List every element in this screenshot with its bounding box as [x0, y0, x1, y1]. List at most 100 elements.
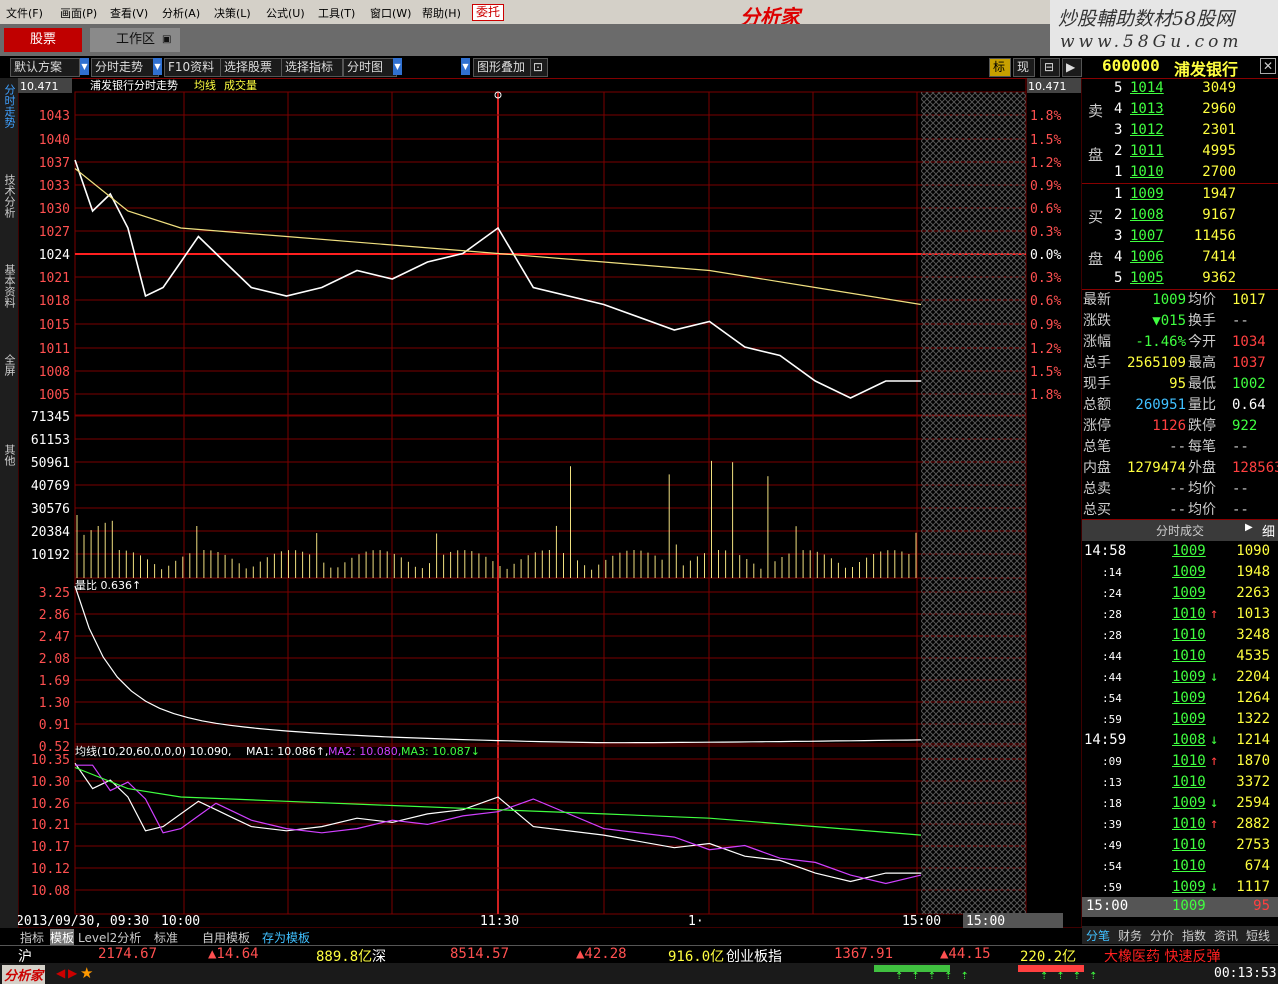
intraday-chart[interactable]: MA3: 10.087↓ 1043 1.8% 1040 1.5% 1037 1.2% 1033… — [18, 78, 1082, 928]
sidenav-other[interactable]: 其他 — [3, 444, 16, 466]
panel-frame — [74, 577, 1027, 745]
stat-key: 总卖 — [1083, 481, 1111, 497]
pct-tick-label: 1.5% — [1030, 133, 1061, 148]
market-change: ▲42.28 — [576, 946, 627, 962]
sell-row[interactable]: 3 1012 2301 — [1082, 120, 1278, 141]
bottom-tab[interactable]: 标准 — [154, 929, 178, 946]
tick-price: 1010 — [1172, 753, 1206, 769]
stat-row: 总笔 -- 每笔 -- — [1082, 437, 1278, 458]
sidenav-timeline[interactable]: 分时走势 — [3, 84, 16, 128]
market-strip: 沪 2174.67 ▲14.64 889.8亿深 8514.57 ▲42.28 916.0亿… — [0, 945, 1278, 965]
bottom-tab[interactable]: 存为模板 — [262, 929, 310, 946]
bottom-tab[interactable]: 模板 — [50, 929, 75, 946]
sell-level: 5 — [1114, 80, 1123, 96]
chevron-down-icon[interactable]: ▼ — [153, 58, 162, 75]
select-indicator-button[interactable]: 选择指标 — [281, 58, 343, 77]
lock-icon[interactable]: ⊡ — [530, 58, 548, 77]
buy-row[interactable]: 5 1005 9362 — [1082, 268, 1278, 289]
buy-row[interactable]: 2 1008 9167 — [1082, 205, 1278, 226]
stat-key: 今开 — [1188, 334, 1216, 350]
pct-tick-label: 0.6% — [1030, 294, 1061, 309]
timeline-button[interactable]: 分时走势 — [91, 58, 159, 77]
last-tick-time: 15:00 — [1086, 898, 1129, 914]
overlay-button[interactable]: 图形叠加 — [473, 58, 533, 77]
minimize-icon[interactable]: ⊟ — [1040, 58, 1060, 77]
ma-tick-label: 10.12 — [31, 862, 70, 877]
current-button[interactable]: 现 — [1013, 58, 1035, 77]
sidenav-basic[interactable]: 基本资料 — [3, 264, 16, 308]
timechart-select[interactable]: 分时图 — [343, 58, 397, 77]
trade-button[interactable]: 委托 — [472, 4, 505, 21]
market-change: ▲44.15 — [940, 946, 991, 962]
time-tick-1130: 11:30 — [480, 914, 519, 928]
mark-button[interactable]: 标 — [989, 58, 1011, 77]
menu-decision[interactable]: 决策(L) — [214, 5, 251, 21]
tab-workspace[interactable]: 工作区 ▣ — [90, 28, 180, 52]
tick-row: :18 1009 ↓ 2594 — [1082, 793, 1278, 814]
bottom-tab[interactable]: Level2分析 — [78, 929, 141, 946]
buy-row[interactable]: 3 1007 11456 — [1082, 226, 1278, 247]
volratio-tick-label: 2.47 — [39, 630, 70, 645]
select-stock-button[interactable]: 选择股票 — [220, 58, 282, 77]
menu-view[interactable]: 查看(V) — [110, 5, 148, 21]
chevron-down-icon[interactable]: ▼ — [393, 58, 402, 75]
side-nav: 分时走势 技术分析 基本资料 全屏 其他 — [0, 78, 18, 928]
sell-price: 1013 — [1130, 101, 1164, 117]
sell-row[interactable]: 5 1014 3049 — [1082, 78, 1278, 99]
tick-row: :24 1009 2263 — [1082, 583, 1278, 604]
tick-row: :44 1010 4535 — [1082, 646, 1278, 667]
dropdown-icon: ▣ — [162, 34, 172, 45]
menu-screen[interactable]: 画面(P) — [60, 5, 97, 21]
pct-tick-label: 1.8% — [1030, 388, 1061, 403]
detail-button[interactable]: 细 — [1262, 521, 1275, 540]
tick-price: 1009 — [1172, 669, 1206, 685]
ma-tick-label: 10.21 — [31, 818, 70, 833]
menu-formula[interactable]: 公式(U) — [266, 5, 305, 21]
stat-key: 均价 — [1188, 292, 1216, 308]
market-price: 1367.91 — [834, 946, 894, 962]
bottom-tab[interactable]: 指标 — [20, 929, 44, 946]
tick-row: :54 1009 1264 — [1082, 688, 1278, 709]
sidenav-technical[interactable]: 技术分析 — [3, 174, 16, 218]
menu-tools[interactable]: 工具(T) — [318, 5, 355, 21]
sell-row[interactable]: 2 1011 4995 — [1082, 141, 1278, 162]
tick-row: :13 1010 3372 — [1082, 772, 1278, 793]
sell-row[interactable]: 4 1013 2960 — [1082, 99, 1278, 120]
buy-level: 2 — [1114, 207, 1123, 223]
bottom-tab[interactable]: 自用模板 — [202, 929, 250, 946]
stat-row: 最新 1009 均价 1017 — [1082, 290, 1278, 311]
f10-button[interactable]: F10资料 — [164, 58, 222, 77]
arrow-left-icon[interactable]: ◀ — [56, 966, 65, 980]
menu-analysis[interactable]: 分析(A) — [162, 5, 200, 21]
menu-file[interactable]: 文件(F) — [6, 5, 43, 21]
time-tick-1000: 10:00 — [161, 914, 200, 928]
buy-volume: 1947 — [1202, 186, 1236, 202]
sell-row[interactable]: 1 1010 2700 — [1082, 162, 1278, 183]
tab-stock[interactable]: 股票 — [4, 28, 82, 52]
buy-row[interactable]: 1 1009 1947 — [1082, 184, 1278, 205]
buy-volume: 7414 — [1202, 249, 1236, 265]
collapse-icon[interactable]: ▶ — [1062, 58, 1082, 77]
hatched-region — [921, 92, 1026, 914]
market-change: ▲14.64 — [208, 946, 259, 962]
tick-price: 1010 — [1172, 837, 1206, 853]
price-tick-label: 1011 — [39, 342, 70, 357]
price-readout-left: 10.471 — [20, 80, 59, 93]
play-icon[interactable]: ▶ — [1245, 522, 1253, 533]
stat-row: 总手 2565109 最高 1037 — [1082, 353, 1278, 374]
sidenav-fullscreen[interactable]: 全屏 — [3, 354, 16, 376]
scheme-select[interactable]: 默认方案 — [10, 58, 80, 77]
chevron-down-icon[interactable]: ▼ — [80, 58, 89, 75]
menu-help[interactable]: 帮助(H) — [422, 5, 461, 21]
star-icon[interactable]: ★ — [80, 964, 93, 982]
buy-row[interactable]: 4 1006 7414 — [1082, 247, 1278, 268]
sell-volume: 3049 — [1202, 80, 1236, 96]
tick-direction-icon: ↑ — [1210, 816, 1219, 832]
arrow-right-icon[interactable]: ▶ — [68, 966, 77, 980]
menu-window[interactable]: 窗口(W) — [370, 5, 411, 21]
stat-value: 95 — [1169, 376, 1186, 392]
sell-level: 3 — [1114, 122, 1123, 138]
close-icon[interactable]: ✕ — [1260, 58, 1276, 74]
chevron-down-icon[interactable]: ▼ — [461, 58, 470, 75]
time-tick-1300: 1· — [688, 914, 704, 928]
